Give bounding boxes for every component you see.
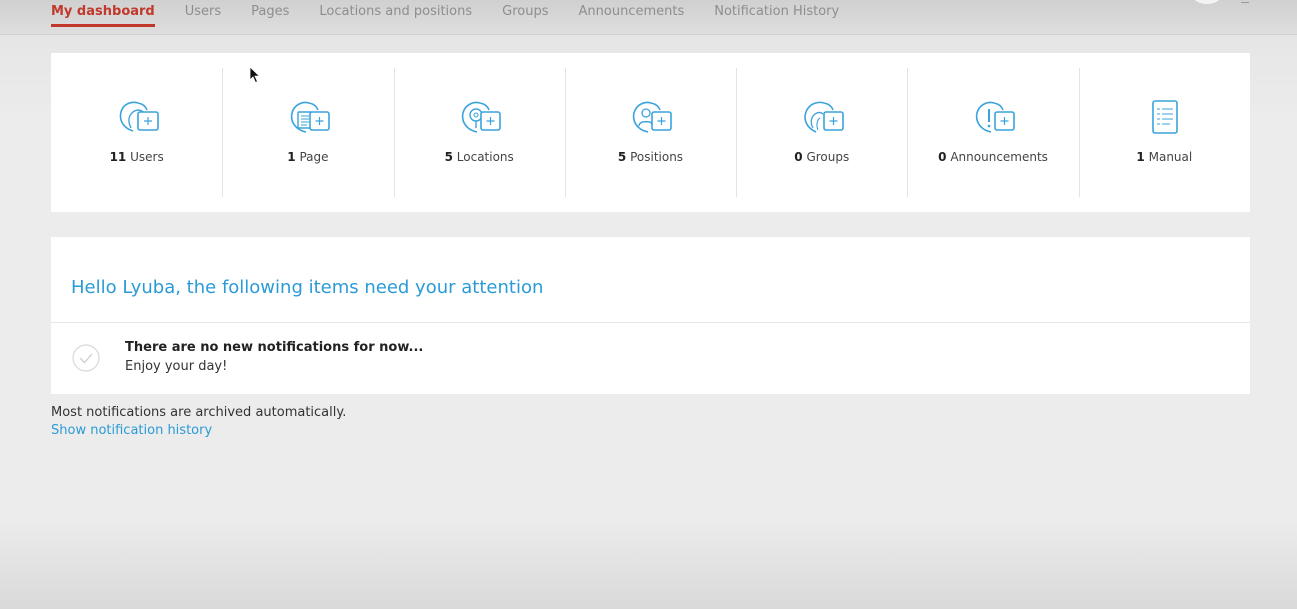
attention-title: Hello Lyuba, the following items need yo… (71, 277, 544, 298)
stats-card: 11 Users 1 Page 5 Locations 5 Positions … (51, 53, 1250, 212)
stat-positions[interactable]: 5 Positions (564, 53, 736, 212)
empty-notifications-title: There are no new notifications for now..… (125, 340, 424, 355)
top-navigation-bar: My dashboard Users Pages Locations and p… (0, 0, 1297, 35)
stat-manual[interactable]: 1 Manual (1078, 53, 1250, 212)
stat-groups-label: 0 Groups (736, 150, 907, 164)
mouse-cursor-icon (249, 66, 261, 84)
tab-locations-and-positions[interactable]: Locations and positions (319, 0, 472, 27)
manual-icon (1152, 100, 1179, 134)
stat-locations[interactable]: 5 Locations (393, 53, 565, 212)
dashboard-tabs: My dashboard Users Pages Locations and p… (51, 0, 869, 34)
stat-users-count: 11 (109, 150, 127, 164)
stat-page-text: Page (299, 150, 329, 164)
tab-notification-history[interactable]: Notification History (714, 0, 839, 27)
stat-page-count: 1 (287, 150, 296, 164)
divider (51, 322, 1250, 323)
stat-users[interactable]: 11 Users (51, 53, 222, 212)
stat-users-label: 11 Users (51, 150, 222, 164)
stat-locations-count: 5 (444, 150, 453, 164)
check-circle-icon (72, 344, 100, 372)
announcement-add-icon (975, 101, 1015, 133)
stat-page[interactable]: 1 Page (222, 53, 393, 212)
attention-card: Hello Lyuba, the following items need yo… (51, 237, 1250, 394)
tab-users[interactable]: Users (185, 0, 221, 27)
stat-announcements-count: 0 (938, 150, 947, 164)
position-add-icon (633, 101, 673, 133)
group-add-icon (803, 101, 844, 133)
stat-manual-count: 1 (1136, 150, 1145, 164)
page-add-icon (290, 101, 330, 133)
stat-groups-text: Groups (806, 150, 850, 164)
stat-positions-label: 5 Positions (565, 150, 736, 164)
stat-groups-count: 0 (794, 150, 803, 164)
tab-groups[interactable]: Groups (502, 0, 548, 27)
stat-positions-text: Positions (630, 150, 684, 164)
tab-announcements[interactable]: Announcements (579, 0, 685, 27)
stat-announcements-text: Announcements (950, 150, 1048, 164)
show-notification-history-link[interactable]: Show notification history (51, 423, 212, 438)
stat-announcements[interactable]: 0 Announcements (907, 53, 1078, 212)
stat-manual-label: 1 Manual (1079, 150, 1250, 164)
stat-users-text: Users (130, 150, 164, 164)
stat-locations-text: Locations (456, 150, 514, 164)
users-add-icon (119, 101, 159, 132)
stat-positions-count: 5 (617, 150, 627, 164)
location-add-icon (462, 101, 502, 133)
tab-my-dashboard[interactable]: My dashboard (51, 0, 155, 27)
stat-page-label: 1 Page (222, 150, 393, 164)
stat-groups[interactable]: 0 Groups (736, 53, 907, 212)
stat-manual-text: Manual (1148, 150, 1193, 164)
tab-pages[interactable]: Pages (251, 0, 289, 27)
empty-notifications-subtitle: Enjoy your day! (125, 359, 228, 374)
dropdown-caret-icon[interactable] (1241, 0, 1249, 3)
user-avatar-icon[interactable] (1193, 0, 1221, 4)
stat-announcements-label: 0 Announcements (907, 150, 1078, 164)
stat-locations-label: 5 Locations (394, 150, 565, 164)
archived-note: Most notifications are archived automati… (51, 405, 347, 420)
